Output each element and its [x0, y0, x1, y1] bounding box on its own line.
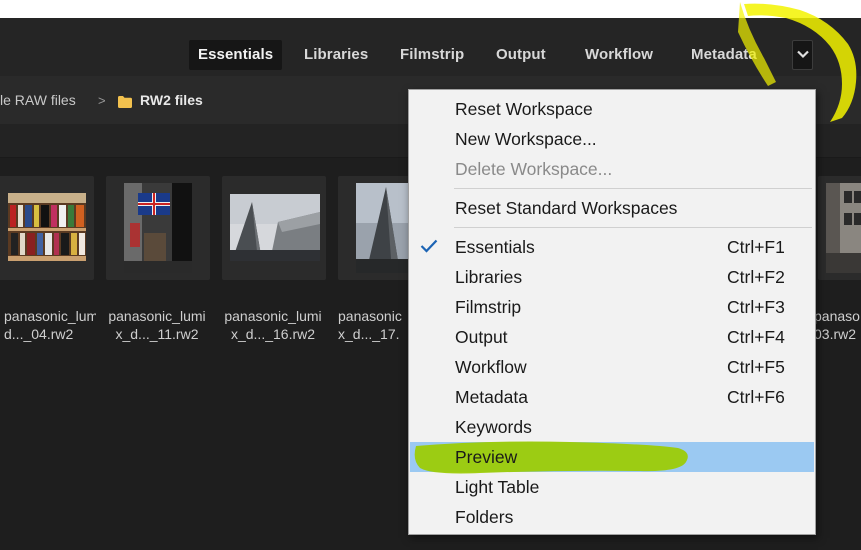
breadcrumb-parent[interactable]: le RAW files	[0, 92, 76, 108]
tab-output[interactable]: Output	[487, 40, 555, 70]
tab-metadata[interactable]: Metadata	[682, 40, 766, 70]
thumbnail-filename: panasonic x_d..._17.	[338, 308, 402, 342]
workspace-bar: Essentials Libraries Filmstrip Output Wo…	[0, 18, 861, 76]
menu-separator	[454, 227, 812, 228]
tab-essentials[interactable]: Essentials	[189, 40, 283, 70]
thumbnail-filename: panasonic_lumi d..._04.rw2	[4, 308, 96, 342]
thumbnail-image	[124, 183, 192, 273]
thumbnail-image	[826, 183, 861, 273]
thumbnail-image	[230, 194, 320, 261]
menu-item-label: Reset Standard Workspaces	[455, 198, 678, 218]
thumbnail-card[interactable]	[106, 176, 210, 280]
thumbnail-card[interactable]	[0, 176, 94, 280]
thumbnail-image	[8, 193, 86, 261]
menu-item-label: Folders	[455, 507, 514, 527]
menu-item-shortcut: Ctrl+F1	[727, 237, 785, 257]
menu-item-label: Keywords	[455, 417, 532, 437]
chevron-down-icon	[797, 50, 809, 59]
menu-item-keywords[interactable]: Keywords	[410, 412, 814, 442]
menu-item-reset-workspace[interactable]: Reset Workspace	[410, 94, 814, 124]
menu-item-new-workspace[interactable]: New Workspace...	[410, 124, 814, 154]
menu-item-label: Preview	[455, 447, 518, 467]
thumbnail-filename: panaso 03.rw2	[814, 308, 860, 342]
menu-item-label: Workflow	[455, 357, 527, 377]
menu-item-label: Libraries	[455, 267, 523, 287]
menu-item-output[interactable]: Output Ctrl+F4	[410, 322, 814, 352]
thumbnail-filename: panasonic_lumi x_d..._16.rw2	[224, 308, 322, 342]
menu-item-folders[interactable]: Folders	[410, 502, 814, 532]
menu-item-shortcut: Ctrl+F3	[727, 297, 785, 317]
menu-item-label: Light Table	[455, 477, 540, 497]
menu-item-workflow[interactable]: Workflow Ctrl+F5	[410, 352, 814, 382]
tab-libraries[interactable]: Libraries	[295, 40, 377, 70]
menu-item-label: Reset Workspace	[455, 99, 593, 119]
workspace-dropdown-menu: Reset Workspace New Workspace... Delete …	[408, 89, 816, 535]
menu-item-label: Essentials	[455, 237, 535, 257]
menu-item-delete-workspace: Delete Workspace...	[410, 154, 814, 184]
menu-item-label: Output	[455, 327, 508, 347]
menu-item-preview[interactable]: Preview	[410, 441, 814, 474]
thumbnail-image	[356, 183, 410, 273]
bridge-window: Essentials Libraries Filmstrip Output Wo…	[0, 18, 861, 550]
menu-item-light-table[interactable]: Light Table	[410, 472, 814, 502]
folder-icon	[118, 96, 132, 108]
menu-item-shortcut: Ctrl+F5	[727, 357, 785, 377]
tab-workflow[interactable]: Workflow	[576, 40, 662, 70]
breadcrumb-separator: >	[98, 93, 106, 108]
thumbnail-card[interactable]	[818, 176, 861, 280]
menu-item-label: Metadata	[455, 387, 528, 407]
menu-item-metadata[interactable]: Metadata Ctrl+F6	[410, 382, 814, 412]
thumbnail-card[interactable]	[222, 176, 326, 280]
menu-item-shortcut: Ctrl+F2	[727, 267, 785, 287]
menu-item-filmstrip[interactable]: Filmstrip Ctrl+F3	[410, 292, 814, 322]
menu-item-reset-standard-workspaces[interactable]: Reset Standard Workspaces	[410, 193, 814, 223]
menu-item-shortcut: Ctrl+F4	[727, 327, 785, 347]
breadcrumb-current[interactable]: RW2 files	[140, 92, 203, 108]
menu-item-label: Filmstrip	[455, 297, 522, 317]
menu-item-shortcut: Ctrl+F6	[727, 387, 785, 407]
workspace-menu-button[interactable]	[792, 40, 813, 70]
menu-item-essentials[interactable]: Essentials Ctrl+F1	[410, 232, 814, 262]
menu-separator	[454, 188, 812, 189]
menu-item-label: New Workspace...	[455, 129, 597, 149]
checkmark-icon	[420, 239, 438, 253]
thumbnail-filename: panasonic_lumi x_d..._11.rw2	[108, 308, 206, 342]
menu-item-label: Delete Workspace...	[455, 159, 613, 179]
menu-item-libraries[interactable]: Libraries Ctrl+F2	[410, 262, 814, 292]
tab-filmstrip[interactable]: Filmstrip	[391, 40, 473, 70]
